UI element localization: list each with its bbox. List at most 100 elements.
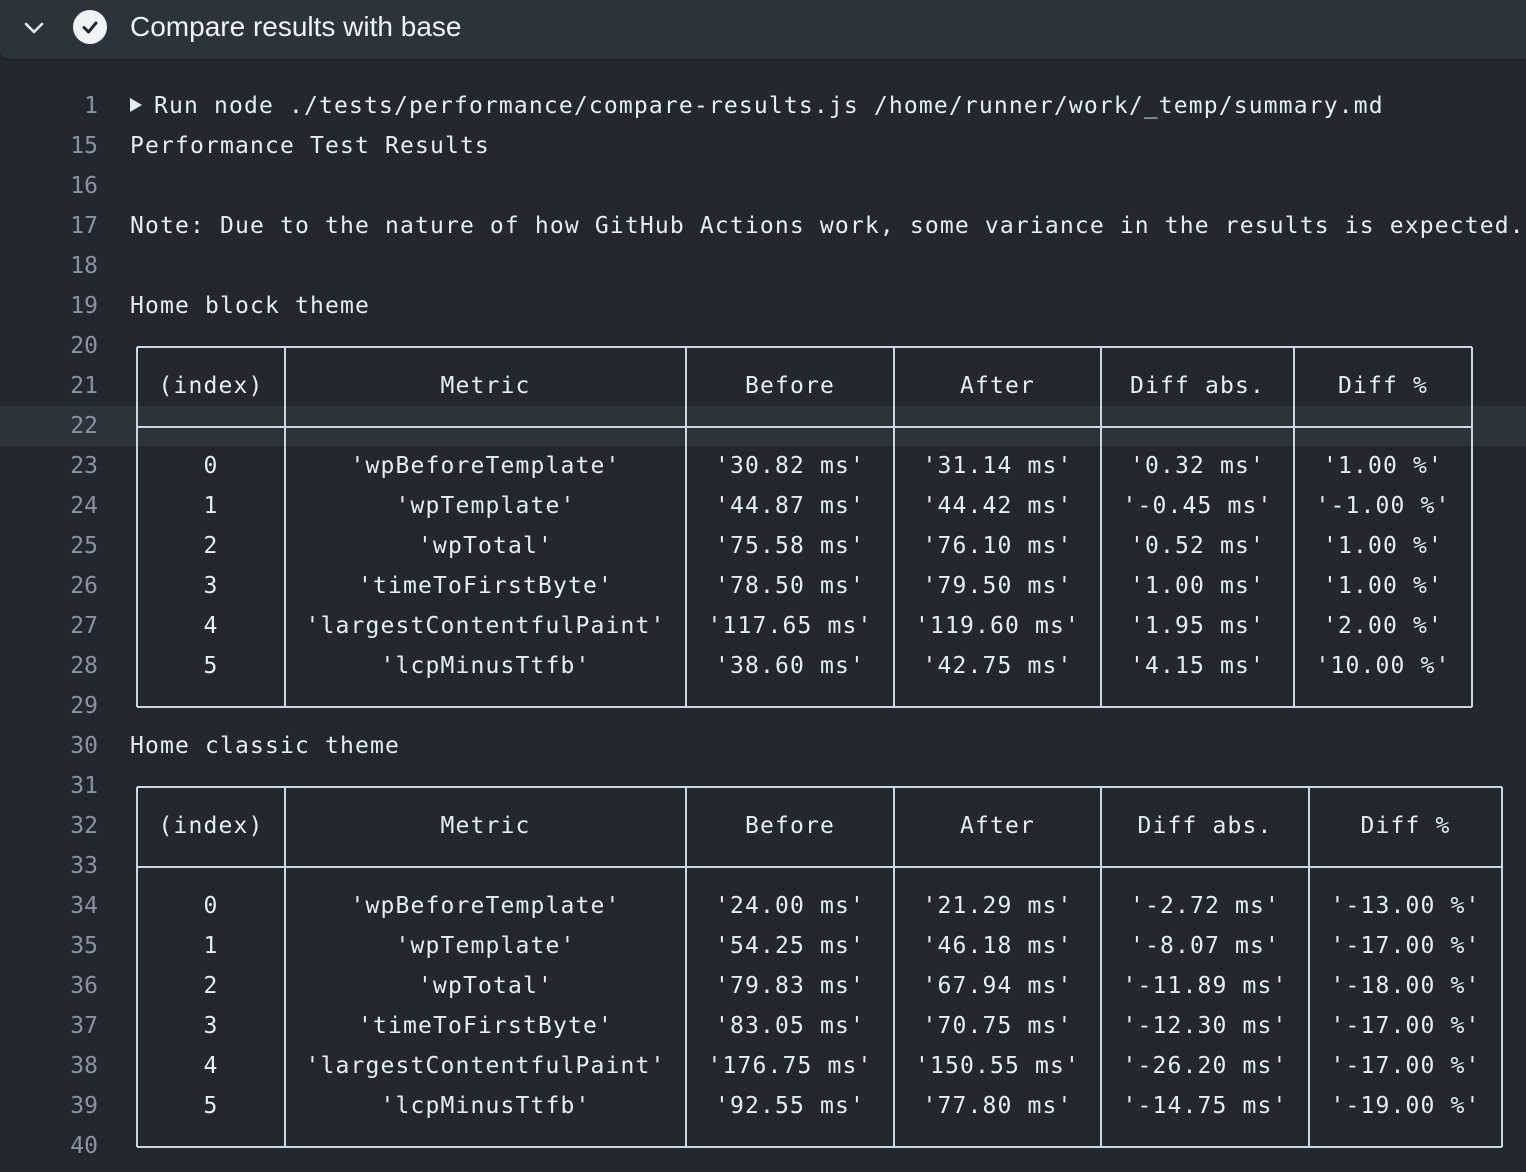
table-header-cell: Metric (440, 373, 531, 399)
table-cell: 'timeToFirstByte' (358, 1013, 613, 1039)
table-cell: 3 (203, 573, 219, 599)
table-cell: '-19.00 %' (1330, 1093, 1481, 1119)
log-text: Home block theme (130, 293, 370, 319)
table-cell: 'lcpMinusTtfb' (380, 653, 591, 679)
table-cell: '77.80 ms' (922, 1093, 1073, 1119)
line-number[interactable]: 18 (0, 253, 98, 279)
line-number[interactable]: 28 (0, 653, 98, 679)
line-number[interactable]: 16 (0, 173, 98, 199)
table-cell: '30.82 ms' (715, 453, 865, 479)
table-cell: '-17.00 %' (1330, 1053, 1481, 1079)
table-cell: '1.00 ms' (1130, 573, 1265, 599)
table-header-cell: After (960, 373, 1035, 399)
table-cell: '0.52 ms' (1130, 533, 1265, 559)
line-number[interactable]: 29 (0, 693, 98, 719)
line-number[interactable]: 17 (0, 213, 98, 239)
line-number[interactable]: 33 (0, 853, 98, 879)
log-line-text: Run node ./tests/performance/compare-res… (154, 93, 1384, 119)
step-title: Compare results with base (130, 11, 462, 42)
table-cell: 'wpBeforeTemplate' (350, 453, 621, 479)
chevron-down-icon[interactable] (20, 16, 48, 40)
table-cell: '75.58 ms' (715, 533, 865, 559)
line-number[interactable]: 27 (0, 613, 98, 639)
log-line: 18 (0, 246, 1526, 286)
table-cell: '38.60 ms' (715, 653, 865, 679)
line-number[interactable]: 24 (0, 493, 98, 519)
line-number[interactable]: 21 (0, 373, 98, 399)
line-number[interactable]: 37 (0, 1013, 98, 1039)
expand-triangle-icon[interactable] (130, 98, 142, 112)
line-number[interactable]: 23 (0, 453, 98, 479)
table-cell: '-8.07 ms' (1130, 933, 1280, 959)
table-cell: '24.00 ms' (715, 893, 865, 919)
line-number[interactable]: 20 (0, 333, 98, 359)
table-cell: '44.42 ms' (922, 493, 1073, 519)
line-number[interactable]: 39 (0, 1093, 98, 1119)
run-command-toggle[interactable]: Run node ./tests/performance/compare-res… (130, 93, 1384, 119)
log-line: 29 (0, 686, 1526, 726)
log-line: 1 Run node ./tests/performance/compare-re… (0, 86, 1526, 126)
table-cell: 2 (203, 973, 219, 999)
log-text: Home classic theme (130, 733, 400, 759)
table-cell: '1.95 ms' (1130, 613, 1265, 639)
line-number[interactable]: 30 (0, 733, 98, 759)
step-header[interactable]: Compare results with base (0, 0, 1526, 60)
table-cell: '70.75 ms' (922, 1013, 1073, 1039)
table-header-cell: (index) (158, 813, 264, 839)
log-text: Performance Test Results (130, 133, 490, 159)
table-cell: 'wpTotal' (418, 533, 553, 559)
table-cell: '1.00 %' (1323, 533, 1443, 559)
line-number[interactable]: 15 (0, 133, 98, 159)
table-cell: '78.50 ms' (715, 573, 865, 599)
table-cell: '-26.20 ms' (1122, 1053, 1288, 1079)
table-header-cell: Before (745, 813, 835, 839)
table-header-cell: Diff % (1360, 813, 1451, 839)
table-cell: 'wpTemplate' (395, 493, 576, 519)
table-cell: '46.18 ms' (922, 933, 1073, 959)
table-cell: 1 (203, 933, 219, 959)
table-cell: '-1.00 %' (1315, 493, 1451, 519)
line-number[interactable]: 31 (0, 773, 98, 799)
table-header-cell: (index) (158, 373, 264, 399)
table-cell: 0 (203, 893, 219, 919)
table-cell: '76.10 ms' (922, 533, 1073, 559)
table-cell: '2.00 %' (1323, 613, 1443, 639)
table-cell: '54.25 ms' (715, 933, 865, 959)
table-cell: 0 (203, 453, 219, 479)
line-number[interactable]: 22 (0, 413, 98, 439)
table-cell: '0.32 ms' (1130, 453, 1265, 479)
table-cell: '117.65 ms' (707, 613, 873, 639)
table-header-cell: Diff abs. (1130, 373, 1265, 399)
table-cell: 3 (203, 1013, 219, 1039)
table-cell: '-14.75 ms' (1122, 1093, 1288, 1119)
table-cell: '1.00 %' (1323, 573, 1443, 599)
table-cell: '-18.00 %' (1330, 973, 1481, 999)
table-cell: '67.94 ms' (922, 973, 1073, 999)
line-number[interactable]: 40 (0, 1133, 98, 1159)
line-number[interactable]: 19 (0, 293, 98, 319)
table-header-cell: Before (745, 373, 835, 399)
log-line-text: Note: Due to the nature of how GitHub Ac… (130, 213, 1525, 239)
table-cell: 'wpTemplate' (395, 933, 576, 959)
line-number[interactable]: 1 (0, 93, 98, 119)
line-number[interactable]: 38 (0, 1053, 98, 1079)
line-number[interactable]: 36 (0, 973, 98, 999)
log-line: 16 (0, 166, 1526, 206)
line-number[interactable]: 34 (0, 893, 98, 919)
table-cell: '21.29 ms' (922, 893, 1073, 919)
table-cell: 2 (203, 533, 219, 559)
table-cell: '1.00 %' (1323, 453, 1443, 479)
line-number[interactable]: 26 (0, 573, 98, 599)
table-cell: 1 (203, 493, 219, 519)
table-cell: '-0.45 ms' (1122, 493, 1273, 519)
table-cell: '92.55 ms' (715, 1093, 865, 1119)
table-cell: '-17.00 %' (1330, 933, 1481, 959)
table-cell: '-13.00 %' (1330, 893, 1481, 919)
log-line: 15 Performance Test Results (0, 126, 1526, 166)
log-line: 30 Home classic theme (0, 726, 1526, 766)
line-number[interactable]: 35 (0, 933, 98, 959)
table-cell: 5 (203, 1093, 219, 1119)
line-number[interactable]: 25 (0, 533, 98, 559)
line-number[interactable]: 32 (0, 813, 98, 839)
log-line: 40 (0, 1126, 1526, 1166)
